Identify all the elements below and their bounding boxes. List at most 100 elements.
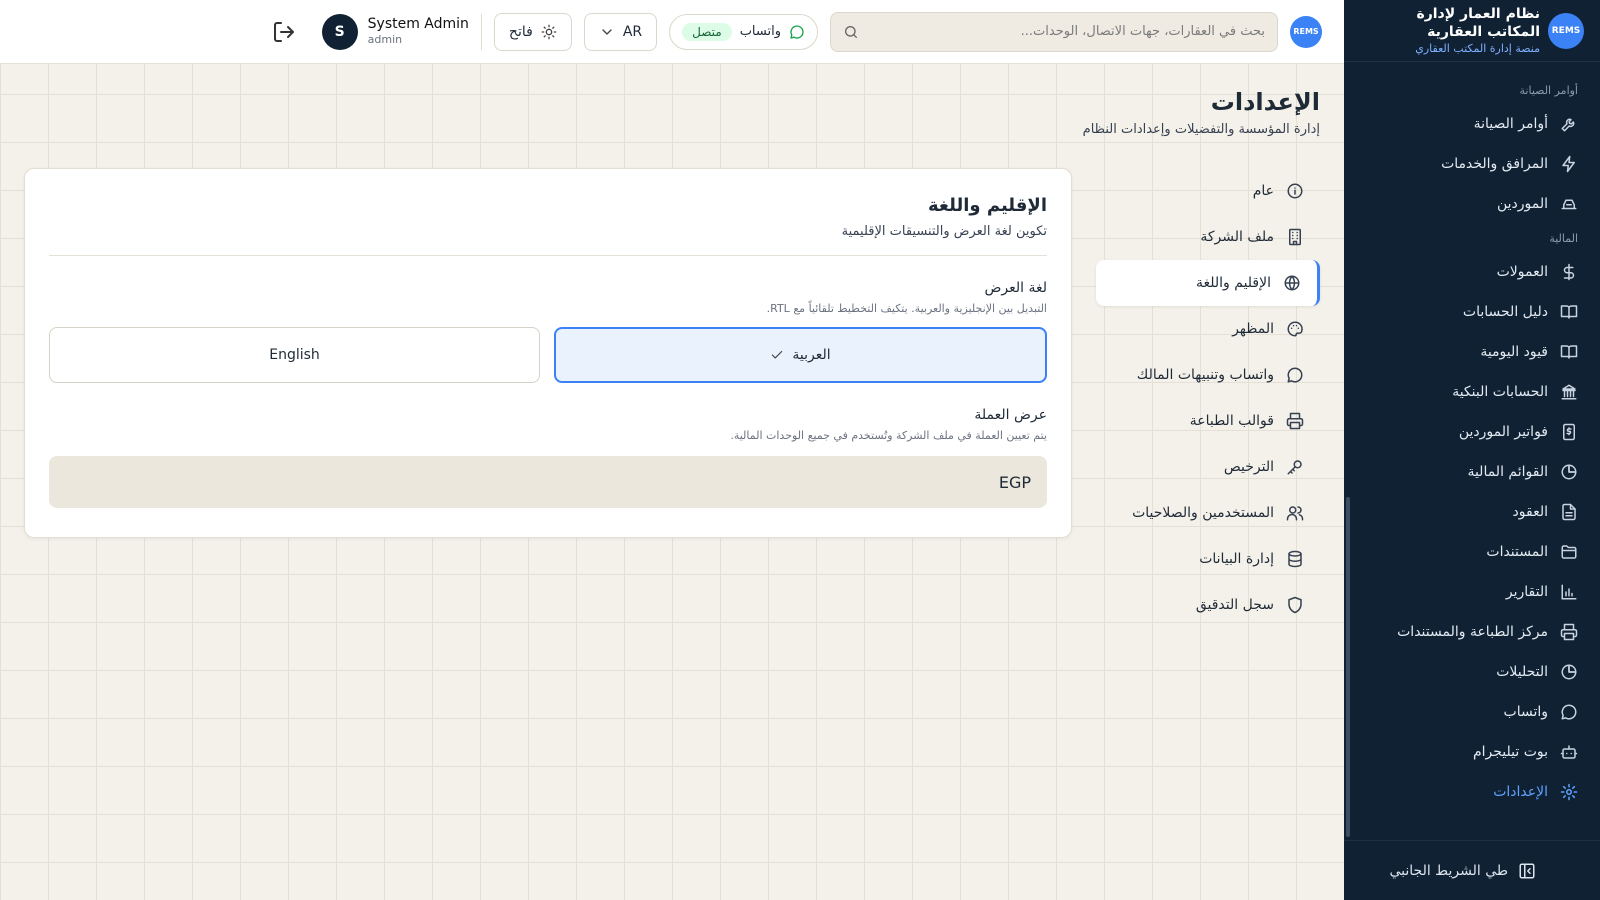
- sidebar-section-maintenance: أوامر الصيانة: [1519, 83, 1578, 97]
- printer-icon: [1560, 623, 1578, 641]
- settings-tab-data-management[interactable]: إدارة البيانات: [1096, 536, 1320, 582]
- wrench-icon: [1561, 118, 1575, 132]
- user-name: System Admin: [367, 15, 469, 32]
- theme-toggle-button[interactable]: فاتح: [493, 12, 572, 51]
- settings-tab-label: المظهر: [1232, 321, 1274, 337]
- sidebar-item-chart-of-accounts[interactable]: دليل الحسابات: [1344, 292, 1600, 332]
- sidebar-item-reports[interactable]: التقارير: [1344, 572, 1600, 612]
- book-open-icon: [1560, 345, 1578, 359]
- pie-chart-icon: [1561, 664, 1577, 680]
- sidebar-item-commissions[interactable]: العمولات: [1344, 252, 1600, 292]
- bolt-icon: [1562, 155, 1575, 173]
- settings-tab-general[interactable]: عام: [1096, 168, 1320, 214]
- card-divider: [49, 255, 1047, 256]
- brand-subtitle: منصة إدارة المكتب العقاري: [1415, 41, 1540, 55]
- currency-field-help: يتم تعيين العملة في ملف الشركة وتُستخدم …: [730, 429, 1047, 442]
- settings-tab-users-permissions[interactable]: المستخدمين والصلاحيات: [1096, 490, 1320, 536]
- user-menu[interactable]: System Admin admin S: [321, 13, 469, 50]
- language-select[interactable]: AR: [583, 12, 658, 51]
- sun-icon: [541, 24, 557, 39]
- sidebar-item-label: الإعدادات: [1493, 784, 1548, 800]
- sidebar-item-utilities[interactable]: المرافق والخدمات: [1344, 144, 1600, 184]
- settings-tab-label: إدارة البيانات: [1199, 551, 1274, 567]
- settings-tab-appearance[interactable]: المظهر: [1096, 306, 1320, 352]
- sidebar-item-contracts[interactable]: العقود: [1344, 492, 1600, 532]
- sidebar-item-telegram-bot[interactable]: بوت تيليجرام: [1344, 732, 1600, 772]
- sidebar-nav: أوامر الصيانة أوامر الصيانة المرافق والخ…: [1344, 62, 1600, 812]
- sidebar-item-print-center[interactable]: مركز الطباعة والمستندات: [1344, 612, 1600, 652]
- settings-tab-company-profile[interactable]: ملف الشركة: [1096, 214, 1320, 260]
- bar-chart-icon: [1561, 584, 1577, 600]
- main-content: الإعدادات إدارة المؤسسة والتفضيلات وإعدا…: [0, 64, 1344, 900]
- header-divider: [480, 13, 482, 50]
- bot-icon: [1560, 745, 1578, 759]
- language-option-arabic[interactable]: العربية: [554, 327, 1047, 383]
- users-icon: [1286, 506, 1304, 521]
- collapse-sidebar-button[interactable]: طي الشريط الجانبي: [1344, 840, 1600, 900]
- brand-title: نظام العمار لإدارة المكاتب العقارية: [1416, 6, 1540, 41]
- sidebar-brand[interactable]: REMS نظام العمار لإدارة المكاتب العقارية…: [1344, 0, 1600, 62]
- sidebar-item-vendors[interactable]: الموردين: [1344, 184, 1600, 224]
- sidebar-scrollbar[interactable]: [1346, 497, 1350, 837]
- settings-tab-whatsapp-alerts[interactable]: واتساب وتنبيهات المالك: [1096, 352, 1320, 398]
- sidebar-item-label: العقود: [1512, 504, 1548, 520]
- chevron-down-icon: [602, 28, 612, 35]
- dollar-icon: [1563, 263, 1575, 281]
- settings-tab-license[interactable]: الترخيص: [1096, 444, 1320, 490]
- message-icon: [1287, 367, 1303, 383]
- sidebar-item-settings[interactable]: الإعدادات: [1344, 772, 1600, 812]
- card-title: الإقليم واللغة: [928, 195, 1047, 216]
- sidebar-item-label: دليل الحسابات: [1462, 304, 1548, 320]
- key-icon: [1287, 460, 1302, 475]
- logout-icon[interactable]: [272, 20, 296, 44]
- bank-icon: [1561, 384, 1577, 400]
- header-logo[interactable]: REMS: [1290, 15, 1322, 48]
- sidebar-item-documents[interactable]: المستندات: [1344, 532, 1600, 572]
- avatar: S: [321, 13, 358, 50]
- sidebar-item-label: التقارير: [1505, 584, 1548, 600]
- top-header: REMS واتساب متصل AR فاتح System Admin ad…: [0, 0, 1344, 64]
- sidebar-item-journal-entries[interactable]: قيود اليومية: [1344, 332, 1600, 372]
- currency-field-label: عرض العملة: [974, 407, 1047, 423]
- search-box[interactable]: [830, 11, 1278, 52]
- page-subtitle: إدارة المؤسسة والتفضيلات وإعدادات النظام: [1082, 122, 1320, 137]
- user-role: admin: [367, 33, 403, 47]
- sidebar-item-label: القوائم المالية: [1467, 464, 1548, 480]
- brand-logo: REMS: [1548, 12, 1584, 49]
- sidebar-item-label: التحليلات: [1496, 664, 1548, 680]
- palette-icon: [1287, 321, 1303, 337]
- book-icon: [1560, 305, 1578, 319]
- settings-tab-region-language[interactable]: الإقليم واللغة: [1096, 260, 1320, 306]
- sidebar-item-maintenance-orders[interactable]: أوامر الصيانة: [1344, 104, 1600, 144]
- whatsapp-status-pill[interactable]: واتساب متصل: [669, 13, 818, 50]
- pie-chart-icon: [1561, 464, 1577, 480]
- sidebar-item-label: واتساب: [1503, 704, 1548, 720]
- search-input[interactable]: [869, 24, 1265, 39]
- sidebar-item-whatsapp[interactable]: واتساب: [1344, 692, 1600, 732]
- settings-tab-label: ملف الشركة: [1200, 229, 1274, 245]
- sidebar-item-bank-accounts[interactable]: الحسابات البنكية: [1344, 372, 1600, 412]
- truck-icon: [1561, 199, 1577, 210]
- theme-label: فاتح: [508, 23, 533, 40]
- sidebar-item-analytics[interactable]: التحليلات: [1344, 652, 1600, 692]
- settings-tab-label: واتساب وتنبيهات المالك: [1136, 367, 1274, 383]
- check-icon: [772, 350, 783, 359]
- language-field-label: لغة العرض: [984, 280, 1047, 296]
- sidebar-section-finance: المالية: [1549, 231, 1578, 245]
- settings-tab-label: المستخدمين والصلاحيات: [1132, 505, 1274, 521]
- building-icon: [1289, 228, 1301, 246]
- whatsapp-label: واتساب: [739, 24, 781, 39]
- sidebar-item-label: العمولات: [1496, 264, 1548, 280]
- sidebar-item-financial-statements[interactable]: القوائم المالية: [1344, 452, 1600, 492]
- sidebar-item-label: فواتير الموردين: [1458, 424, 1548, 440]
- language-field-help: التبديل بين الإنجليزية والعربية. يتكيف ا…: [766, 302, 1047, 315]
- sidebar-item-label: المرافق والخدمات: [1441, 156, 1548, 172]
- sidebar-item-vendor-invoices[interactable]: فواتير الموردين: [1344, 412, 1600, 452]
- settings-tab-print-templates[interactable]: قوالب الطباعة: [1096, 398, 1320, 444]
- language-option-english[interactable]: English: [49, 327, 540, 383]
- sidebar-item-label: المستندات: [1486, 544, 1548, 560]
- settings-tab-audit-log[interactable]: سجل التدقيق: [1096, 582, 1320, 628]
- currency-display: EGP: [49, 456, 1047, 508]
- collapse-sidebar-label: طي الشريط الجانبي: [1389, 862, 1508, 879]
- sidebar-item-label: الحسابات البنكية: [1452, 384, 1548, 400]
